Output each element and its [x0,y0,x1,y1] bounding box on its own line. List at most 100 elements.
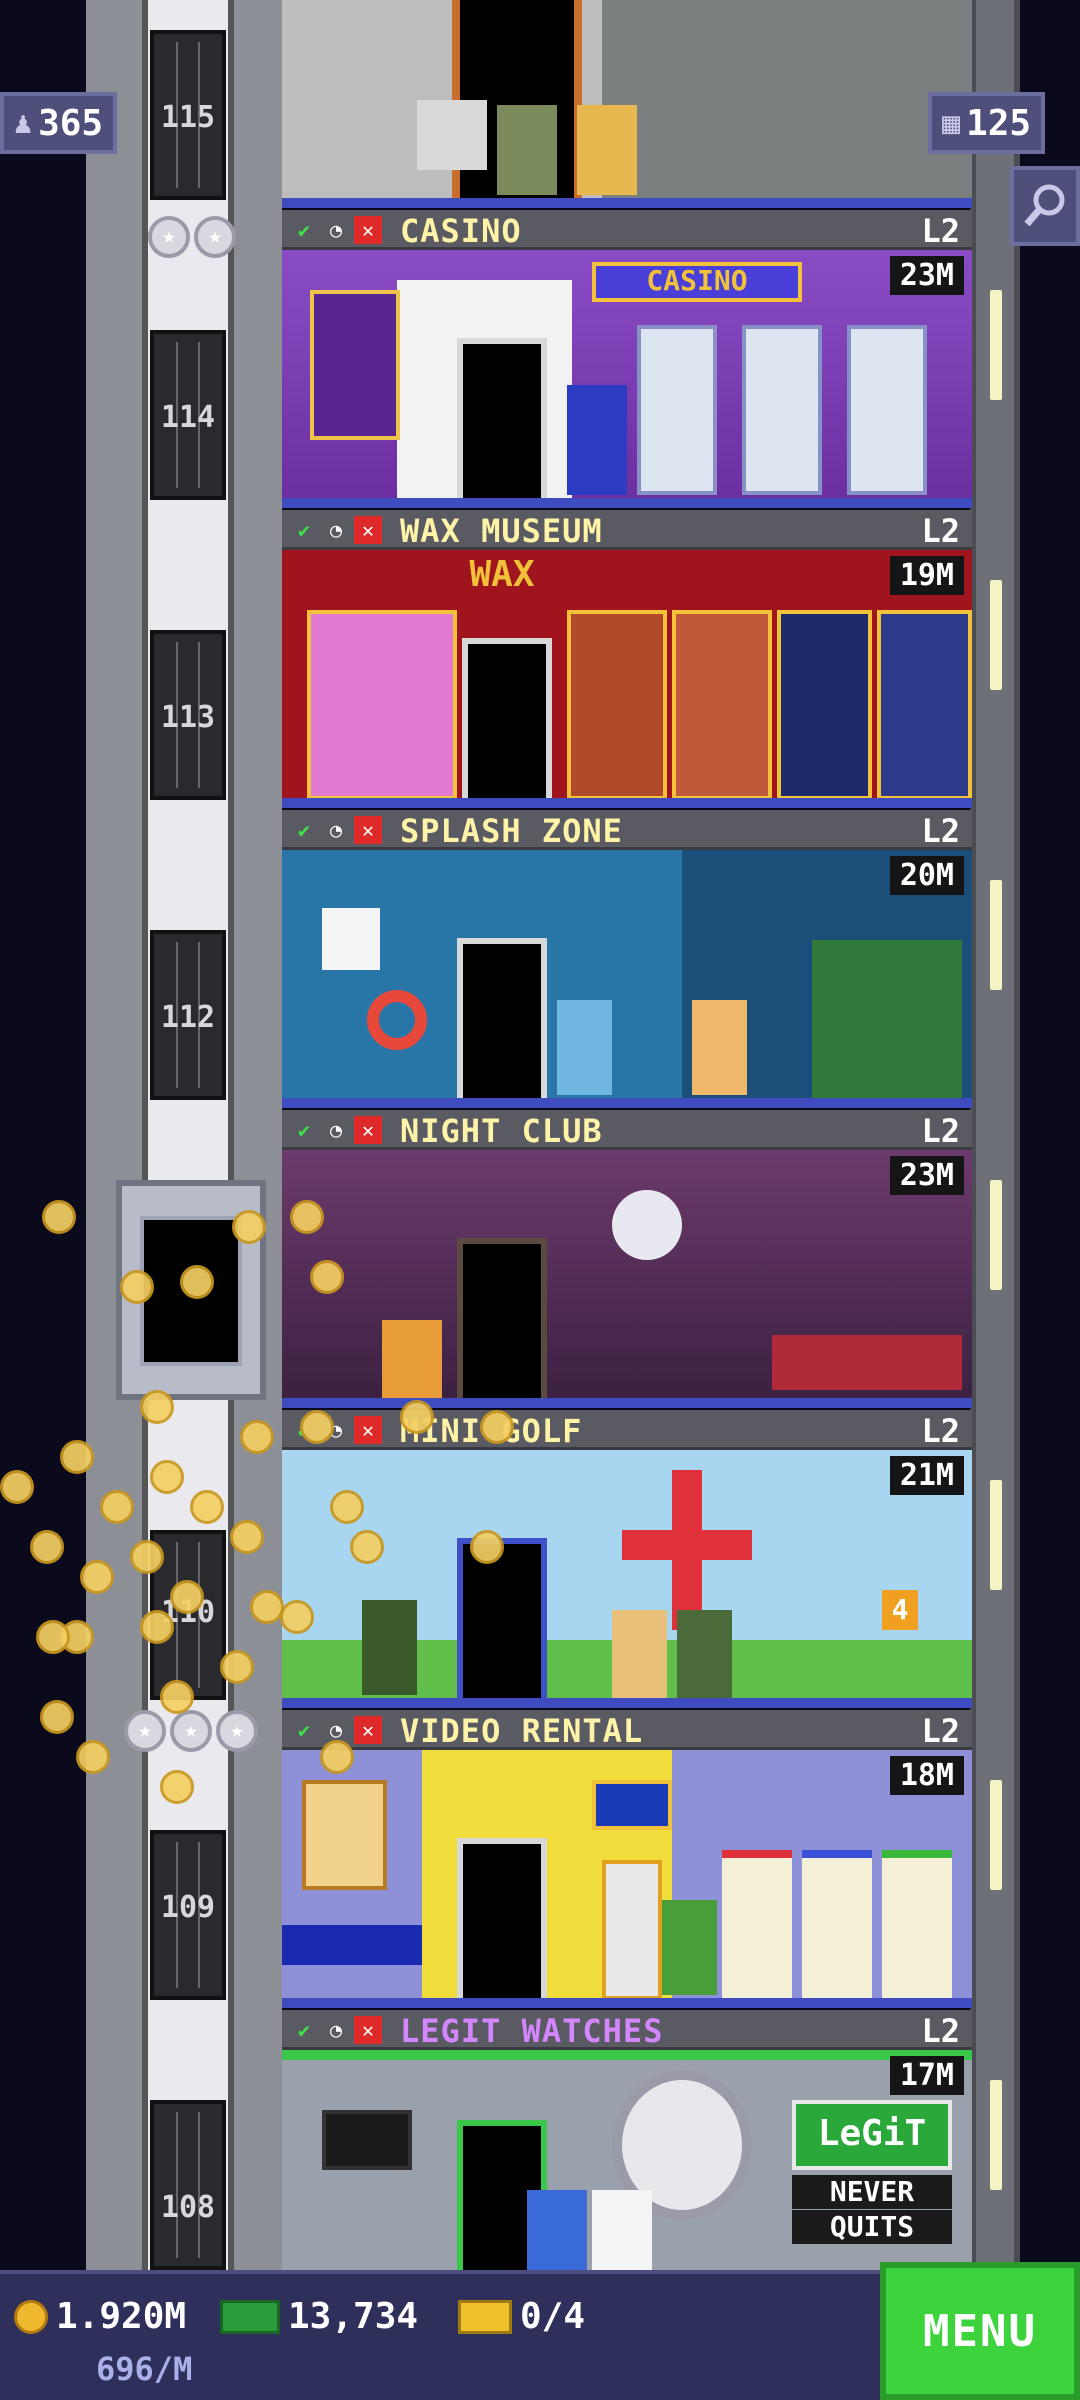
coin-icon [140,1390,174,1424]
coin-icon [220,1650,254,1684]
floor-header: ✔ ◔ ✕ VIDEO RENTAL L2 [282,1710,972,1750]
room-door [457,938,547,1108]
floor-income: 18M [889,1756,964,1795]
coin-icon [280,1600,314,1634]
floor-header: ✔ ◔ ✕ WAX MUSEUM L2 [282,510,972,550]
star-icon: ★ [148,216,190,258]
floors-counter[interactable]: ▦ 125 [928,92,1046,154]
coin-icon [40,1700,74,1734]
floor-110-mini-golf[interactable]: ✔ ◔ ✕ MINI GOLF L2 21M 4 [282,1410,972,1708]
lifebuoy-icon [367,990,427,1050]
check-icon: ✔ [297,1718,311,1742]
bitizen [662,1900,717,1995]
population-counter[interactable]: ♟ 365 [0,92,118,154]
floor-108-legit-watches[interactable]: ✔ ◔ ✕ LEGIT WATCHES L2 17M LeGiT NEVER Q… [282,2010,972,2270]
coin-icon [470,1530,504,1564]
bitizen [577,105,637,195]
check-icon: ✔ [297,818,311,842]
floor-divider [282,1698,972,1708]
clock-icon: ◔ [329,518,343,542]
floor-name: NIGHT CLUB [400,1112,603,1150]
bitizen [382,1320,442,1400]
floor-113-wax-museum[interactable]: ✔ ◔ ✕ WAX MUSEUM L2 19M WAX [282,510,972,808]
coin-icon [290,1200,324,1234]
movie-poster [302,1780,387,1890]
bux-icon [220,2299,280,2334]
green-trim [282,2050,972,2060]
floor-stars: ★ ★ ★ [124,1710,258,1752]
check-icon: ✔ [297,518,311,542]
floor-divider [282,198,972,208]
floor-115[interactable] [282,0,972,208]
tower-light [990,2080,1002,2190]
tickets-stat[interactable]: 0/4 [458,2296,585,2337]
floor-name: LEGIT WATCHES [400,2012,664,2050]
floor-room-110: 4 [282,1450,972,1708]
shaft-door-108 [150,2100,226,2270]
coin-icon [230,1520,264,1554]
bux-stat[interactable]: 13,734 [220,2296,418,2337]
water-cooler [417,100,487,170]
coin-icon [30,1530,64,1564]
floor-divider [282,1098,972,1108]
coin-icon [150,1460,184,1494]
floor-109-video-rental[interactable]: ✔ ◔ ✕ VIDEO RENTAL L2 18M [282,1710,972,2008]
coin-icon [76,1740,110,1774]
coin-icon [232,1210,266,1244]
coin-icon [180,1265,214,1299]
clock-icon: ◔ [329,218,343,242]
floor-income: 23M [889,256,964,295]
coins-value: 1.920M [56,2296,187,2337]
floor-header: ✔ ◔ ✕ NIGHT CLUB L2 [282,1110,972,1150]
movie-shelf [802,1850,872,2000]
coins-stat[interactable]: 1.920M [14,2296,186,2337]
coin-icon [240,1420,274,1454]
floor-111-night-club[interactable]: ✔ ◔ ✕ NIGHT CLUB L2 23M [282,1110,972,1408]
legit-sign: LeGiT [792,2100,952,2170]
floor-room-115 [282,0,972,208]
coin-icon [330,1490,364,1524]
floor-divider [282,798,972,808]
wax-display [877,610,972,800]
casino-poster [310,290,400,440]
bitizen [527,2190,587,2270]
floor-number: 113 [160,700,216,735]
building-icon: ▦ [942,105,961,141]
search-button[interactable] [1010,166,1080,246]
golf-hole-marker: 4 [882,1590,918,1630]
floor-status-icons: ✔ ◔ ✕ [290,1116,382,1144]
floor-status-icons: ✔ ◔ ✕ [290,216,382,244]
floor-name: CASINO [400,212,522,250]
bitizen [567,385,627,495]
wax-display [672,610,772,800]
menu-button[interactable]: MENU [880,2262,1080,2400]
floor-income: 20M [889,856,964,895]
floor-114-casino[interactable]: ✔ ◔ ✕ CASINO L2 23M CASINO [282,210,972,508]
tower-light [990,880,1002,990]
bitizen [612,1610,667,1700]
tower-light [990,1480,1002,1590]
floor-status-icons: ✔ ◔ ✕ [290,2016,382,2044]
close-icon: ✕ [354,216,382,244]
tickets-value: 0/4 [520,2296,586,2337]
floor-level: L2 [921,2012,960,2050]
coin-icon [140,1610,174,1644]
star-icon: ★ [194,216,236,258]
bitizen [497,105,557,195]
floor-level: L2 [921,1112,960,1150]
floor-name: VIDEO RENTAL [400,1712,644,1750]
close-icon: ✕ [354,2016,382,2044]
ticket-sign [592,1780,672,1830]
floor-header: ✔ ◔ ✕ CASINO L2 [282,210,972,250]
coin-icon [14,2299,48,2334]
clock-icon: ◔ [329,1118,343,1142]
star-icon: ★ [124,1710,166,1752]
floor-112-splash-zone[interactable]: ✔ ◔ ✕ SPLASH ZONE L2 20M [282,810,972,1108]
ticket-icon [458,2299,512,2334]
room-door [462,638,552,808]
floor-name: WAX MUSEUM [400,512,603,550]
legit-slogan-1: NEVER [792,2175,952,2209]
clock-icon: ◔ [329,2018,343,2042]
coin-icon [130,1540,164,1574]
legit-slogan-2: QUITS [792,2210,952,2244]
